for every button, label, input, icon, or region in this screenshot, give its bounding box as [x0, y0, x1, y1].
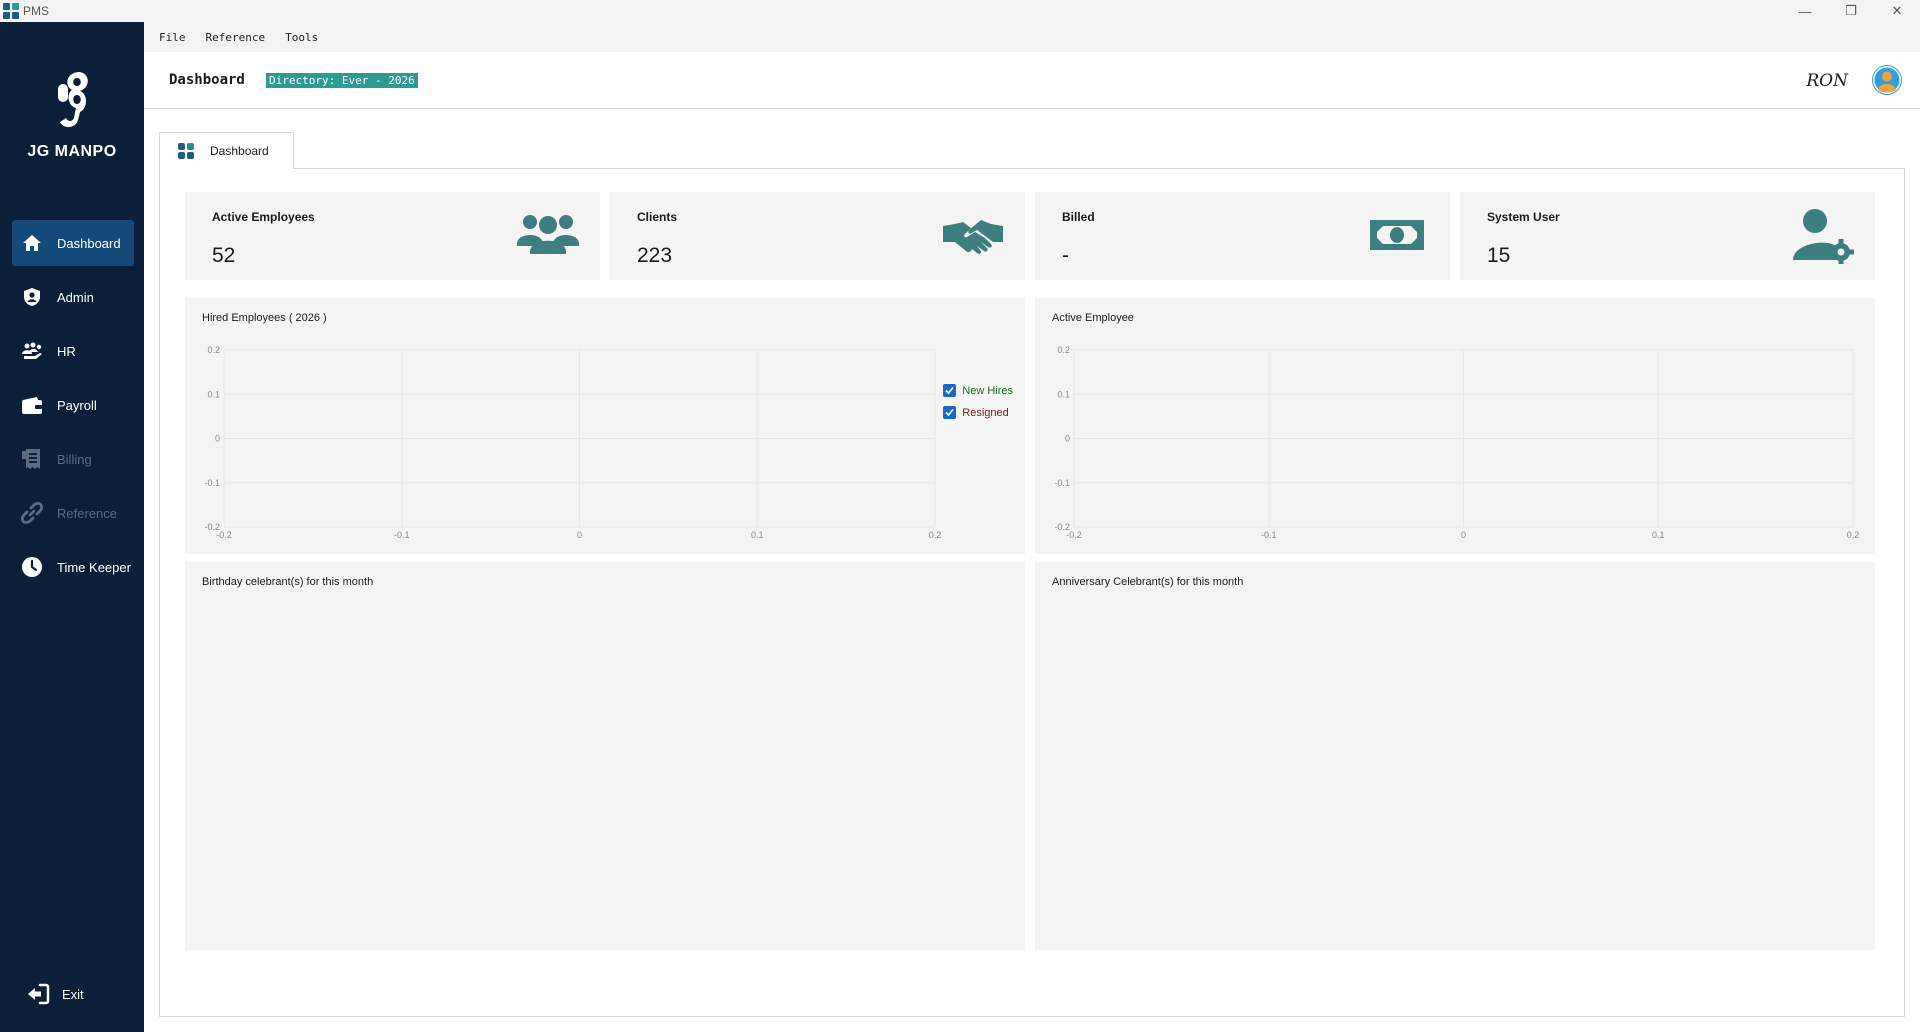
checkbox-checked-icon[interactable] [943, 384, 957, 397]
card-title: Billed [1062, 210, 1095, 224]
checkbox-checked-icon[interactable] [943, 406, 957, 419]
card-clients[interactable]: Clients 223 [610, 192, 1025, 280]
sidebar-item-payroll[interactable]: Payroll [12, 382, 134, 428]
hired-employees-chart: -0.2 -0.1 0 0.1 0.20.20.10-0.1-0.2 [204, 345, 942, 540]
page-title: Dashboard [169, 72, 245, 88]
y-tick-label: -0.2 [1054, 522, 1070, 532]
user-avatar-icon [1873, 66, 1901, 94]
x-tick-label: 0.1 [751, 530, 764, 540]
x-tick-label: -0.1 [1261, 530, 1277, 540]
sidebar-item-label: Admin [57, 289, 94, 305]
panel-title: Birthday celebrant(s) for this month [202, 576, 374, 588]
card-value: 223 [637, 244, 673, 267]
user-gear-icon [1793, 209, 1854, 264]
logo-mark-icon [58, 72, 88, 128]
title-bar: PMS — ❐ ✕ [0, 0, 1920, 22]
panel-active-employee: Active Employee -0.2 -0.1 0 0.1 0.2 0.2 0.1 0 -0… [1035, 298, 1875, 554]
y-tick-label: 0.1 [207, 389, 220, 399]
x-tick-label: 0.2 [929, 530, 942, 540]
x-tick-label: 0 [577, 530, 582, 540]
home-icon [21, 232, 43, 254]
legend-label: Resigned [962, 406, 1009, 419]
receipt-icon [21, 448, 43, 470]
chart-legend: New Hires Resigned [943, 384, 1013, 428]
card-value: 15 [1487, 244, 1511, 267]
menu-tools[interactable]: Tools [285, 31, 318, 44]
people-icon [21, 340, 43, 362]
menu-reference[interactable]: Reference [206, 31, 266, 44]
sidebar-item-admin[interactable]: Admin [12, 274, 134, 320]
x-tick-label: -0.1 [394, 530, 410, 540]
card-value: - [1062, 244, 1069, 267]
dashboard-grid-icon [178, 143, 194, 159]
wallet-icon [21, 394, 43, 416]
sidebar-nav: Dashboard Admin HR Payroll Billing Refer… [12, 220, 134, 598]
y-tick-label: 0.1 [1057, 389, 1070, 399]
avatar[interactable] [1872, 65, 1902, 95]
panel-hired-employees: Hired Employees ( 2026 ) -0.2 -0.1 0 0.1 0.2… [185, 298, 1025, 554]
card-title: Active Employees [212, 210, 315, 224]
card-active-employees[interactable]: Active Employees 52 [185, 192, 600, 280]
sidebar-item-billing[interactable]: Billing [12, 436, 134, 482]
y-tick-label: 0.2 [207, 345, 220, 355]
exit-icon [26, 982, 50, 1006]
menu-file[interactable]: File [159, 31, 186, 44]
menu-bar: File Reference Tools [144, 22, 1920, 52]
exit-button[interactable]: Exit [26, 982, 84, 1006]
shield-user-icon [21, 286, 43, 308]
sidebar-item-label: Payroll [57, 397, 97, 413]
users-icon [517, 215, 579, 254]
sidebar-item-label: HR [57, 343, 76, 359]
card-title: System User [1487, 210, 1560, 224]
username-label: RON [1806, 71, 1848, 91]
handshake-icon [943, 220, 1003, 254]
y-tick-label: 0 [1065, 434, 1070, 444]
sidebar-item-label: Dashboard [57, 235, 121, 251]
active-employee-chart: -0.2 -0.1 0 0.1 0.20.20.10-0.1-0.2 [1054, 345, 1860, 540]
exit-label: Exit [62, 986, 84, 1002]
tab-label: Dashboard [210, 144, 269, 158]
x-tick-label: 0.1 [1652, 530, 1665, 540]
tab-dashboard[interactable]: Dashboard [159, 132, 294, 169]
panel-birthday-celebrants: Birthday celebrant(s) for this month [185, 562, 1025, 950]
sidebar-item-label: Time Keeper [57, 559, 131, 575]
sidebar-item-hr[interactable]: HR [12, 328, 134, 374]
sidebar-item-label: Billing [57, 451, 92, 467]
restore-button[interactable]: ❐ [1828, 0, 1874, 22]
y-tick-label: -0.2 [204, 522, 220, 532]
card-value: 52 [212, 244, 236, 267]
x-tick-label: 0.2 [1847, 530, 1860, 540]
y-tick-label: 0.2 [1057, 345, 1070, 355]
page-header: Dashboard Directory: Ever - 2026 RON [144, 52, 1920, 109]
dashboard-content: Active Employees 52 Clients 223 Billed -… [159, 168, 1905, 1017]
panel-title: Anniversary Celebrant(s) for this month [1052, 576, 1244, 588]
link-icon [21, 502, 43, 524]
brand-logo: JG MANPO [0, 68, 144, 161]
app-icon [3, 3, 19, 19]
panel-anniversary-celebrants: Anniversary Celebrant(s) for this month [1035, 562, 1875, 950]
window-title: PMS [23, 4, 50, 18]
sidebar-item-reference[interactable]: Reference [12, 490, 134, 536]
sidebar: JG MANPO Dashboard Admin HR Payroll Bill… [0, 22, 144, 1032]
close-button[interactable]: ✕ [1874, 0, 1920, 22]
money-bill-icon [1370, 220, 1424, 250]
y-tick-label: 0 [215, 434, 220, 444]
y-tick-label: -0.1 [204, 478, 220, 488]
brand-name: JG MANPO [27, 143, 117, 160]
x-tick-label: 0 [1461, 530, 1466, 540]
minimize-button[interactable]: — [1782, 0, 1828, 22]
directory-badge: Directory: Ever - 2026 [266, 73, 418, 88]
legend-label: New Hires [962, 384, 1013, 397]
card-title: Clients [637, 210, 678, 224]
card-system-user[interactable]: System User 15 [1460, 192, 1875, 280]
card-billed[interactable]: Billed - [1035, 192, 1450, 280]
sidebar-item-dashboard[interactable]: Dashboard [12, 220, 134, 266]
legend-item-new-hires[interactable]: New Hires [943, 384, 1013, 397]
clock-icon [21, 556, 43, 578]
y-tick-label: -0.1 [1054, 478, 1070, 488]
sidebar-item-label: Reference [57, 505, 117, 521]
legend-item-resigned[interactable]: Resigned [943, 406, 1013, 419]
sidebar-item-time-keeper[interactable]: Time Keeper [12, 544, 134, 590]
